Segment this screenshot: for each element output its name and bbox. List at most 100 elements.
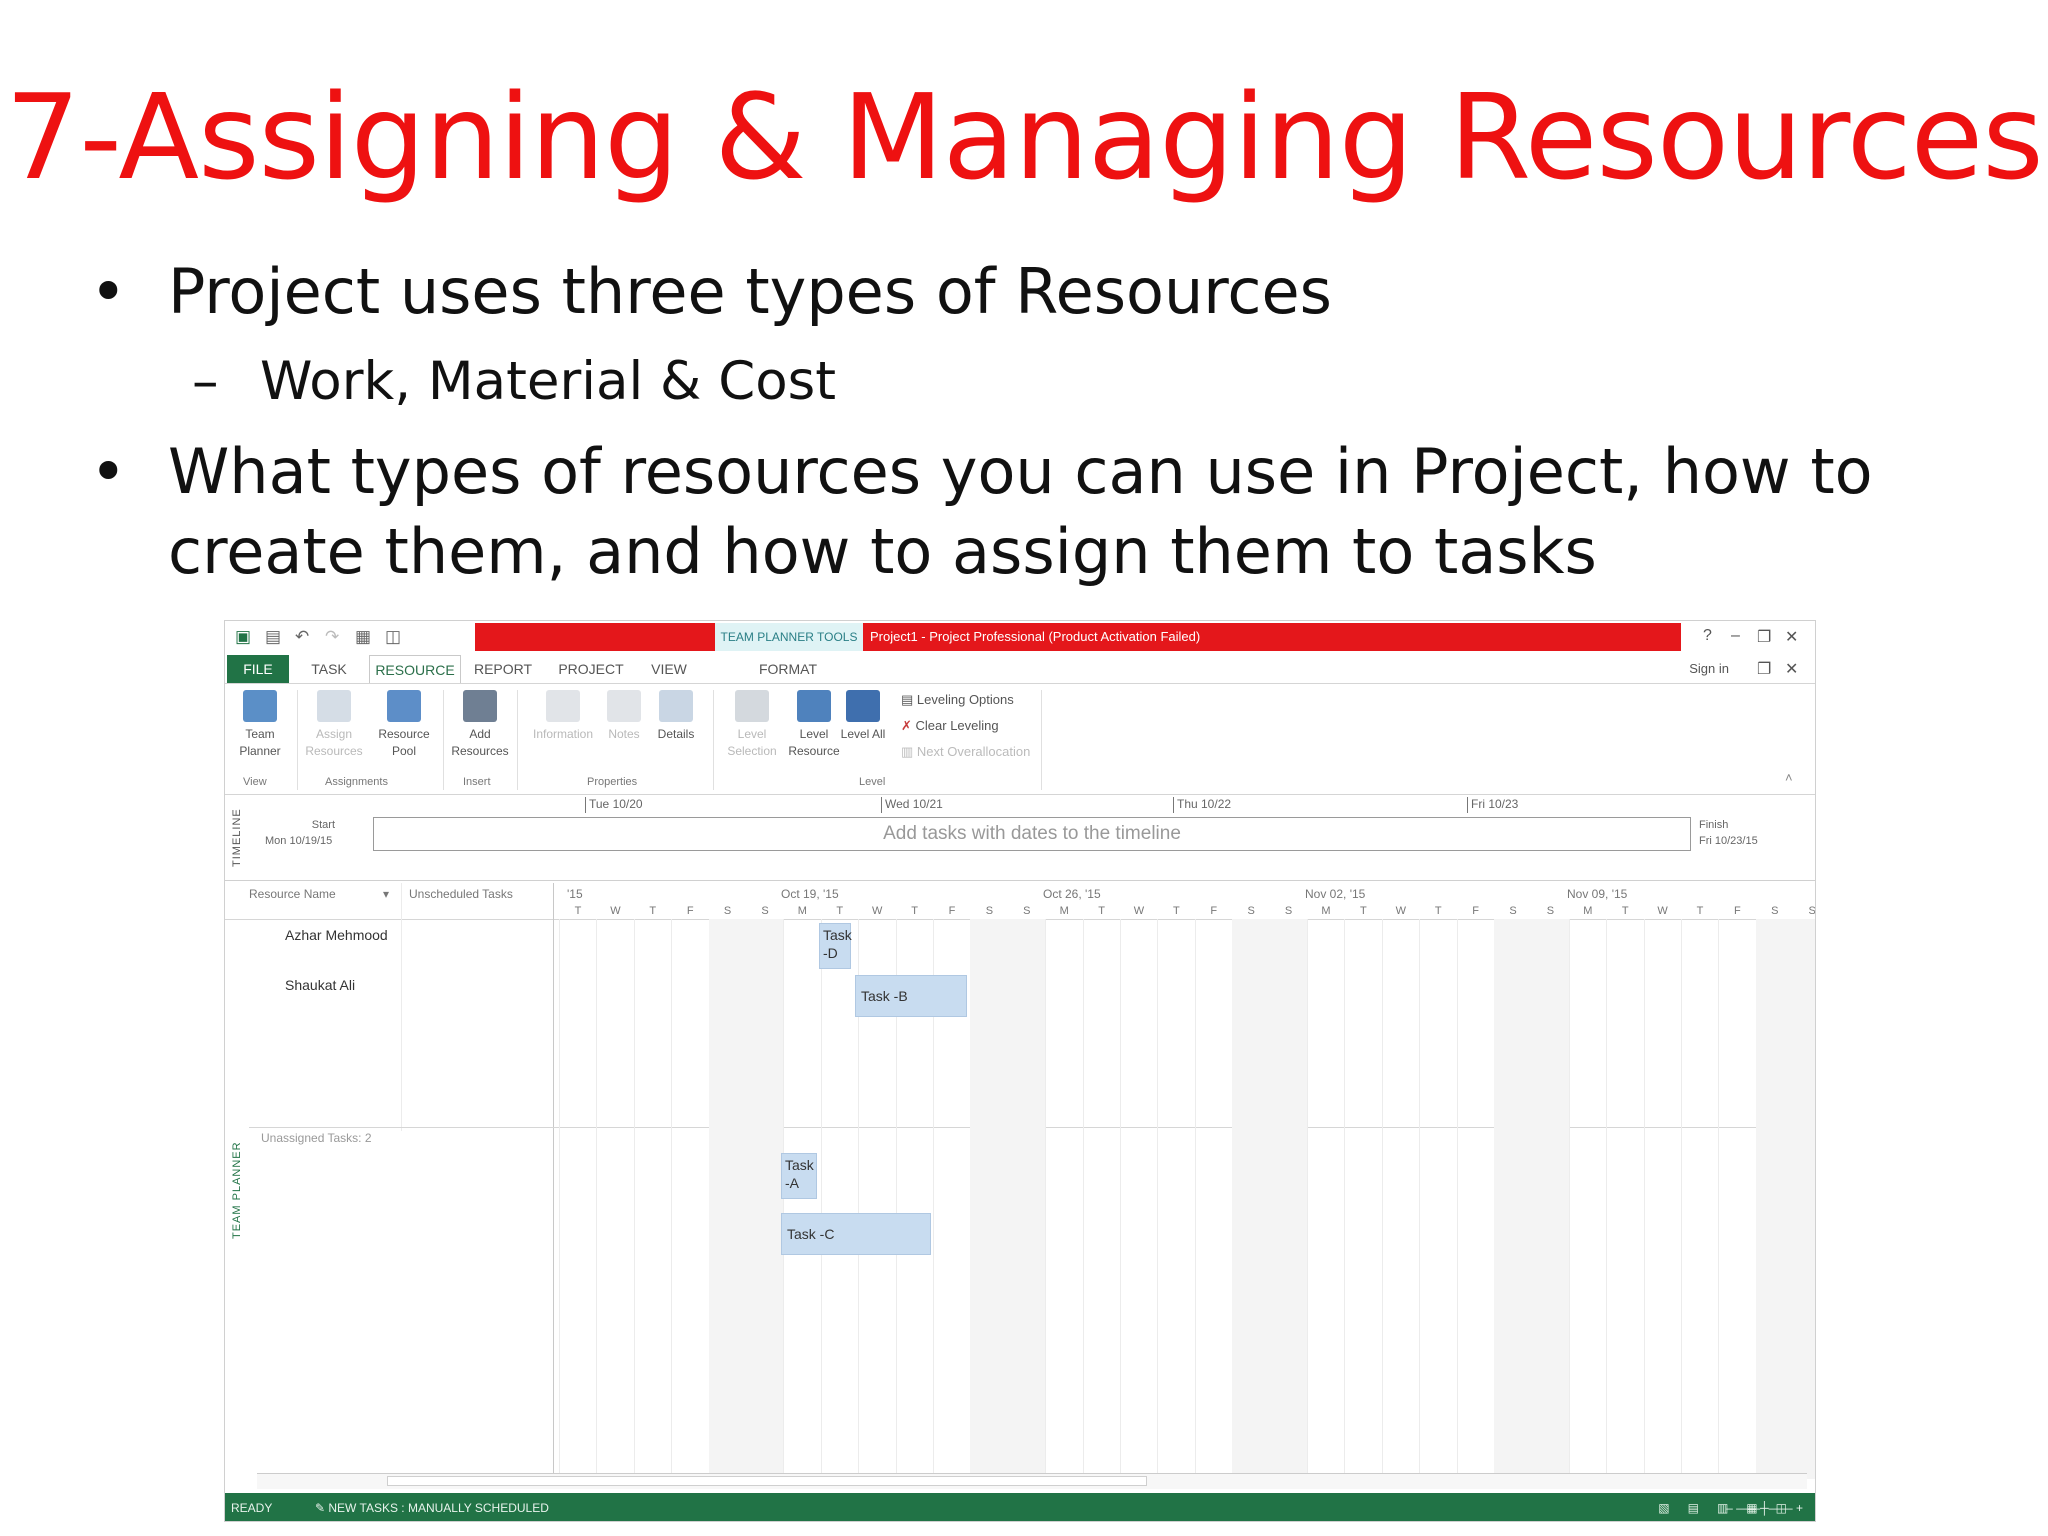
window-title: Project1 - Project Professional (Product… [870,629,1201,644]
grid-left-border [553,883,554,1473]
weekend-shade [1494,919,1532,1479]
add-resources-button[interactable]: Add Resources [447,690,513,760]
week-label: Oct 19, '15 [781,887,839,901]
minimize-icon[interactable]: – [1731,627,1740,645]
day-letter: T [911,905,918,917]
add-resources-icon [463,690,497,722]
next-overallocation-button[interactable]: ▥ Next Overallocation [901,744,1030,760]
task-bar[interactable]: Task -A [781,1153,817,1199]
ribbon-close-icon[interactable]: ✕ [1785,659,1798,679]
sort-dropdown-icon[interactable]: ▾ [383,887,389,901]
grid-line [1194,919,1196,1479]
paste-icon[interactable]: ▦ [355,627,371,647]
sign-in-link[interactable]: Sign in [1689,661,1729,676]
information-button[interactable]: Information [525,690,601,743]
day-letter: W [871,905,883,917]
day-letter: W [1395,905,1406,917]
column-header-resource-name[interactable]: Resource Name [249,887,336,901]
day-letter: M [1321,905,1331,917]
day-letter: S [1247,905,1255,917]
day-letter: S [1509,905,1517,917]
tab-task[interactable]: TASK [297,655,361,683]
group-level-label: Level [859,776,886,788]
weekend-shade [1007,919,1046,1479]
level-resource-icon [797,690,831,722]
grid-line [633,919,635,1479]
team-planner-button[interactable]: Team Planner [227,690,293,760]
assign-resources-button[interactable]: Assign Resources [301,690,367,760]
pin-icon: ✎ [315,1501,329,1515]
day-letter: F [1734,905,1741,917]
level-all-icon [846,690,880,722]
scrollbar-thumb[interactable] [387,1476,1147,1486]
group-separator [1041,690,1042,790]
task-bar[interactable]: Task -D [819,923,852,969]
details-label: Details [657,727,695,741]
grid-line [559,919,560,1479]
level-resource-button[interactable]: Level Resource [781,690,847,760]
leveling-options-label: Leveling Options [916,692,1014,707]
tab-report[interactable]: REPORT [465,655,541,683]
notes-icon [607,690,641,722]
tab-format[interactable]: FORMAT [735,655,841,683]
day-letter: S [985,905,994,917]
grid-line [1307,919,1308,1479]
week-label: '15 [567,887,583,901]
week-label: Nov 02, '15 [1305,887,1366,901]
leveling-options-icon: ▤ [901,692,917,707]
tab-view[interactable]: VIEW [639,655,699,683]
grid-line [820,919,822,1479]
clear-leveling-button[interactable]: ✗ Clear Leveling [901,718,999,734]
bullet-1: • Project uses three types of Resources [90,252,1332,332]
timeline-bar[interactable]: Add tasks with dates to the timeline [373,817,1691,851]
grid-line [1606,919,1608,1479]
ribbon-restore-icon[interactable]: ❐ [1757,659,1771,679]
timeline-start-label: Start [311,819,335,831]
status-bar: READY ✎ NEW TASKS : MANUALLY SCHEDULED ▧… [225,1493,1815,1521]
grid-line [1419,919,1421,1479]
resource-name[interactable]: Shaukat Ali [285,977,355,993]
day-letter: S [1546,905,1555,917]
resource-name[interactable]: Azhar Mehmood [285,927,388,943]
level-selection-button[interactable]: Level Selection [719,690,785,760]
restore-icon[interactable]: ❐ [1757,627,1771,647]
tab-file[interactable]: FILE [227,655,289,683]
details-button[interactable]: Details [649,690,703,743]
zoom-slider[interactable]: – ——┼—— + [1726,1493,1803,1521]
notes-button[interactable]: Notes [599,690,649,743]
project-screenshot: ▣ ▤ ↶ ↷ ▦ ◫ TEAM PLANNER TOOLS Project1 … [224,620,1816,1522]
collapse-ribbon-icon[interactable]: ˄ [1785,770,1793,785]
day-letter: T [649,905,657,917]
horizontal-scrollbar[interactable] [257,1473,1807,1489]
task-bar[interactable]: Task -B [855,975,967,1017]
help-icon[interactable]: ? [1703,627,1712,645]
grid-line [1082,919,1084,1479]
task-bar[interactable]: Task -C [781,1213,931,1255]
next-overallocation-label: Next Overallocation [916,744,1031,759]
resource-pool-icon [387,690,421,722]
bullet-dot: • [90,255,127,328]
tab-project[interactable]: PROJECT [549,655,633,683]
group-separator [713,690,714,790]
day-letter: S [723,905,732,917]
save-icon[interactable]: ▤ [265,627,281,647]
timeline-date: Tue 10/20 [585,797,643,813]
add-resources-label: Add Resources [451,727,509,758]
status-new-tasks[interactable]: ✎ NEW TASKS : MANUALLY SCHEDULED [315,1493,549,1521]
group-properties-label: Properties [587,776,638,788]
close-icon[interactable]: ✕ [1785,627,1798,647]
leveling-options-button[interactable]: ▤ Leveling Options [901,692,1014,708]
day-letter: S [1284,905,1293,917]
ribbon-tabs: FILE TASK RESOURCE REPORT PROJECT VIEW F… [225,655,1815,683]
tab-resource[interactable]: RESOURCE [369,655,461,683]
redo-icon[interactable]: ↷ [325,627,339,647]
column-header-unscheduled[interactable]: Unscheduled Tasks [409,887,513,901]
grid-line [1456,919,1458,1479]
day-letter: S [1771,905,1779,917]
title-bar: ▣ ▤ ↶ ↷ ▦ ◫ TEAM PLANNER TOOLS Project1 … [225,621,1815,653]
level-all-button[interactable]: Level All [839,690,887,743]
undo-icon[interactable]: ↶ [295,627,309,647]
bullet-dot: • [90,435,127,508]
resource-pool-button[interactable]: Resource Pool [371,690,437,760]
print-preview-icon[interactable]: ◫ [385,627,401,647]
